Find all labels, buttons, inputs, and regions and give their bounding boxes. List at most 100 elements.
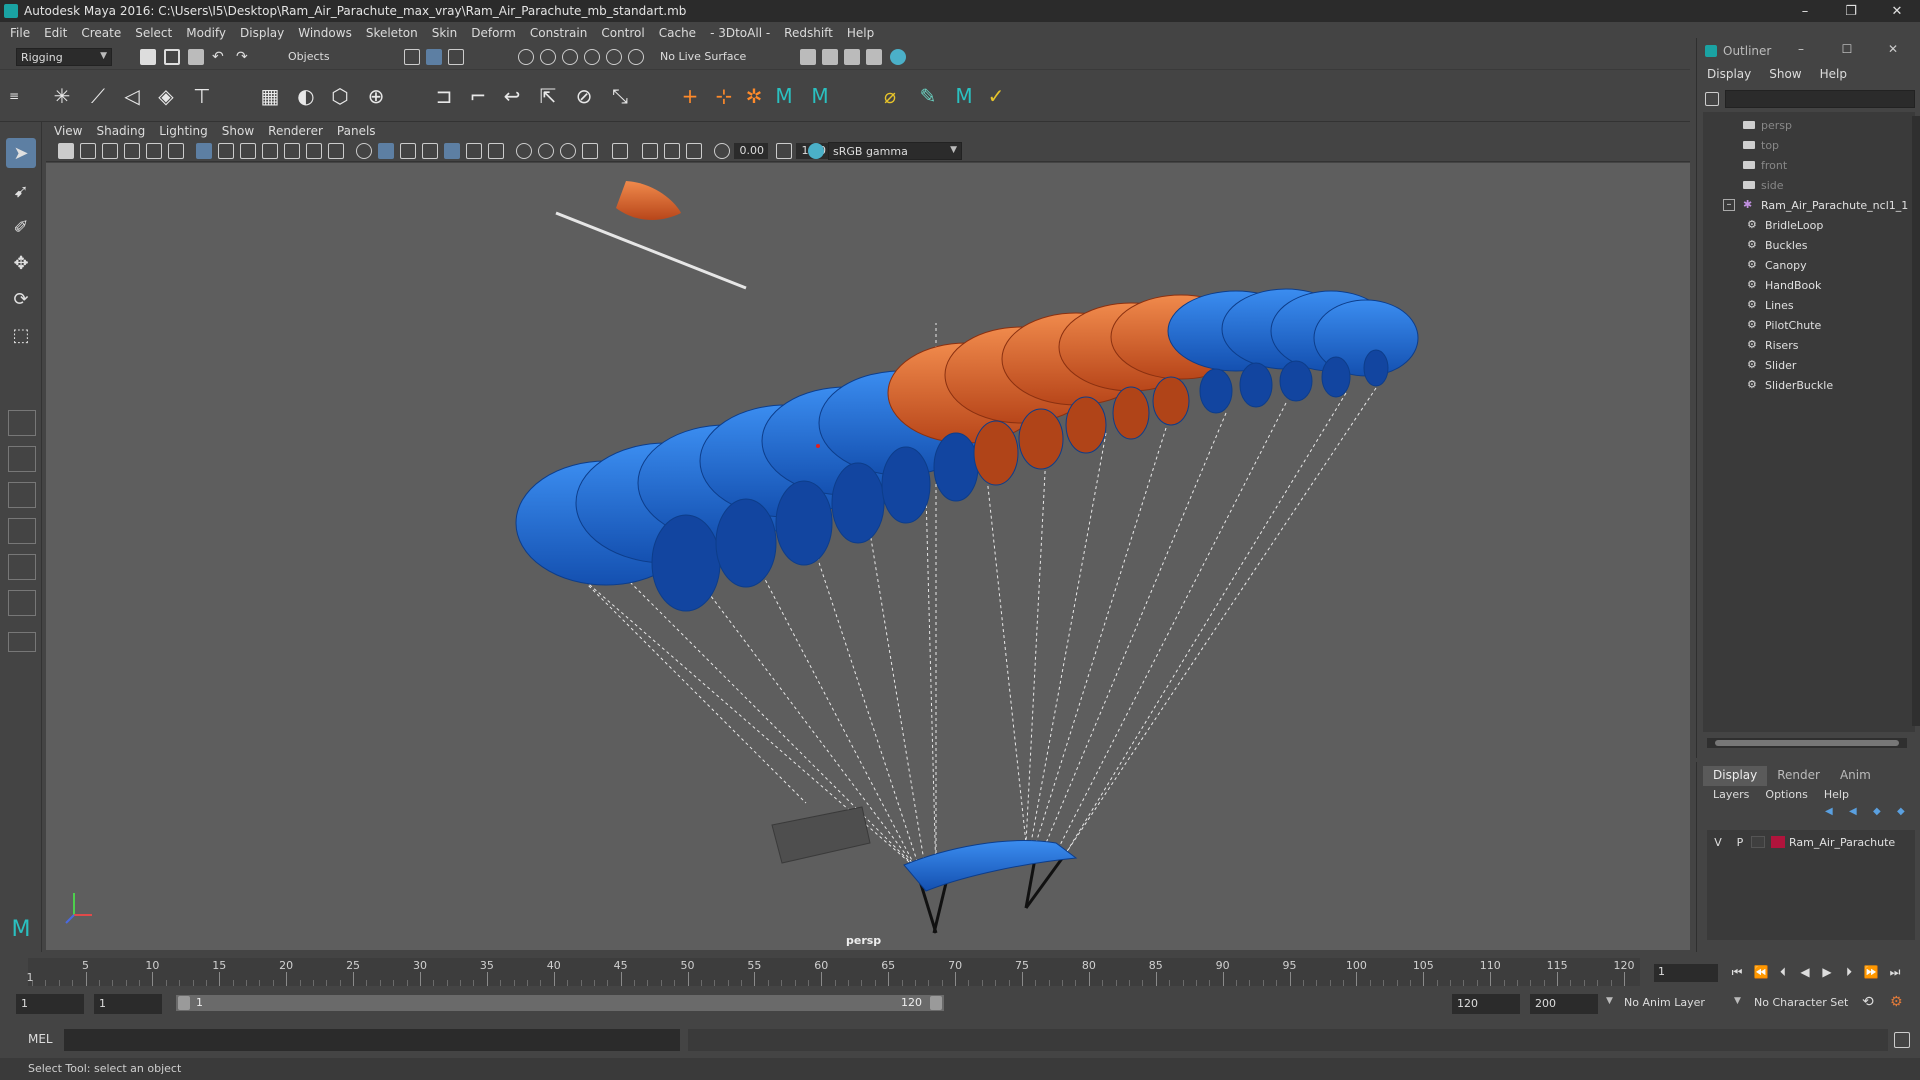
step-forward-key-icon[interactable]: ⏵ [1840,965,1858,981]
live-surface-label[interactable]: No Live Surface [660,50,746,63]
brush-tool-icon[interactable]: ✎ [914,82,942,110]
menu-file[interactable]: File [10,26,30,40]
key-tangent-icon[interactable]: ✲ [740,82,768,110]
layer-row[interactable]: V P Ram_Air_Parachute [1707,834,1915,850]
redo-icon[interactable]: ↷ [236,49,252,65]
tab-display[interactable]: Display [1703,766,1768,786]
render-settings-icon[interactable] [800,49,816,65]
script-editor-icon[interactable] [1894,1032,1910,1048]
snap-grid-icon[interactable] [518,49,534,65]
shadows-icon[interactable] [488,143,504,159]
outliner-item-risers[interactable]: ⚙ Risers [1747,336,1920,354]
collapse-icon[interactable]: – [1723,199,1735,211]
step-forward-frame-icon[interactable]: ⏩ [1862,965,1880,981]
outliner-menu-help[interactable]: Help [1820,67,1847,81]
textured-icon[interactable] [444,143,460,159]
grease-pencil-icon[interactable] [168,143,184,159]
paint-tool-icon[interactable]: ⌀ [876,82,904,110]
move-layer-up-icon[interactable]: ◀ [1825,806,1839,818]
locator-icon[interactable]: + [676,82,704,110]
go-to-end-icon[interactable]: ⏭ [1886,965,1904,981]
ambient-occlusion-icon[interactable] [516,143,532,159]
lattice-icon[interactable]: ⬡ [326,82,354,110]
set-key-icon[interactable]: ⊹ [710,82,738,110]
mirror-joint-icon[interactable]: ◈ [152,82,180,110]
menu-select[interactable]: Select [135,26,172,40]
outliner-item-front[interactable]: front [1743,156,1920,174]
outliner-search-input[interactable] [1725,90,1915,108]
smooth-shade-icon[interactable] [378,143,394,159]
image-plane-icon[interactable] [124,143,140,159]
outliner-item-slider[interactable]: ⚙ Slider [1747,356,1920,374]
bind-skin-icon[interactable]: ▦ [256,82,284,110]
camera-attributes-icon[interactable] [80,143,96,159]
outliner-close-button[interactable]: ✕ [1870,42,1916,56]
character-set-dropdown[interactable]: No Character Set [1754,996,1848,1009]
menu-display[interactable]: Display [240,26,284,40]
paint-weights-icon[interactable]: ◐ [292,82,320,110]
range-slider-bar[interactable]: 1 120 [176,995,944,1011]
menu-cache[interactable]: Cache [659,26,696,40]
anim-layer-dropdown[interactable]: No Anim Layer [1624,996,1705,1009]
range-end-handle[interactable] [930,996,942,1010]
auto-key-icon[interactable]: ⟲ [1862,994,1874,1010]
film-gate-icon[interactable] [218,143,234,159]
depth-of-field-icon[interactable] [582,143,598,159]
2d-pan-zoom-icon[interactable] [146,143,162,159]
render-frame-icon[interactable] [822,49,838,65]
snap-view-icon[interactable] [584,49,600,65]
color-space-dropdown[interactable]: sRGB gamma ▼ [828,142,962,160]
outliner-minimize-button[interactable]: – [1778,42,1824,56]
vp-menu-view[interactable]: View [54,124,82,138]
outliner-menu-show[interactable]: Show [1769,67,1801,81]
time-slider-track[interactable]: 5 10 15 20 25 30 35 40 45 50 55 60 65 70 75 80 85 90 95 100… [27,958,1640,986]
menu-redshift[interactable]: Redshift [784,26,833,40]
single-view-layout-icon[interactable] [8,410,36,436]
select-hierarchy-icon[interactable] [404,49,420,65]
paint-select-tool-icon[interactable]: ✐ [6,212,36,242]
resolution-gate-icon[interactable] [240,143,256,159]
go-to-start-icon[interactable]: ⏮ [1728,965,1746,981]
xray-joints-icon[interactable] [642,143,658,159]
gamma-icon[interactable] [776,143,792,159]
pole-vector-icon[interactable]: ⤡ [606,82,634,110]
four-view-layout-icon[interactable] [8,446,36,472]
joint-tool-icon[interactable]: ✳ [48,82,76,110]
isolate-select-icon[interactable] [612,143,628,159]
motion-blur-icon[interactable] [538,143,554,159]
persp-outliner-layout-icon[interactable] [8,554,36,580]
point-constraint-icon[interactable]: ⌐ [464,82,492,110]
menu-control[interactable]: Control [601,26,644,40]
menu-create[interactable]: Create [81,26,121,40]
animation-start-field[interactable]: 1 [16,994,84,1014]
new-layer-selected-icon[interactable]: ◆ [1897,806,1911,818]
color-management-icon[interactable] [808,143,824,159]
playback-end-field[interactable]: 120 [1452,994,1520,1014]
hypershade-layout-icon[interactable] [8,590,36,616]
menu-3dtoall[interactable]: - 3DtoAll - [710,26,770,40]
outliner-item-bridleloop[interactable]: ⚙ BridleLoop [1747,216,1920,234]
exposure-icon[interactable] [714,143,730,159]
wireframe-on-shaded-icon[interactable] [400,143,416,159]
outliner-item-pilotchute[interactable]: ⚙ PilotChute [1747,316,1920,334]
safe-action-icon[interactable] [306,143,322,159]
playback-start-field[interactable]: 1 [94,994,162,1014]
gate-mask-icon[interactable] [262,143,278,159]
layer-visibility-toggle[interactable]: V [1707,836,1729,849]
menu-skeleton[interactable]: Skeleton [366,26,418,40]
outliner-menu-display[interactable]: Display [1707,67,1751,81]
extra-layout-icon[interactable] [8,632,36,652]
play-backwards-icon[interactable]: ◀ [1796,965,1814,981]
orient-constraint-icon[interactable]: ↩ [498,82,526,110]
camera-icon[interactable] [58,143,74,159]
tab-render[interactable]: Render [1767,766,1830,786]
rotate-tool-icon[interactable]: ⟳ [6,284,36,314]
parent-constraint-icon[interactable]: ⊐ [430,82,458,110]
menu-help[interactable]: Help [847,26,874,40]
layer-menu-help[interactable]: Help [1824,788,1849,801]
restore-button[interactable]: ❐ [1828,0,1874,22]
outliner-vertical-scrollbar[interactable] [1912,116,1920,726]
scale-tool-icon[interactable]: ⬚ [6,320,36,350]
move-layer-down-icon[interactable]: ◀ [1849,806,1863,818]
ipr-render-icon[interactable] [844,49,860,65]
